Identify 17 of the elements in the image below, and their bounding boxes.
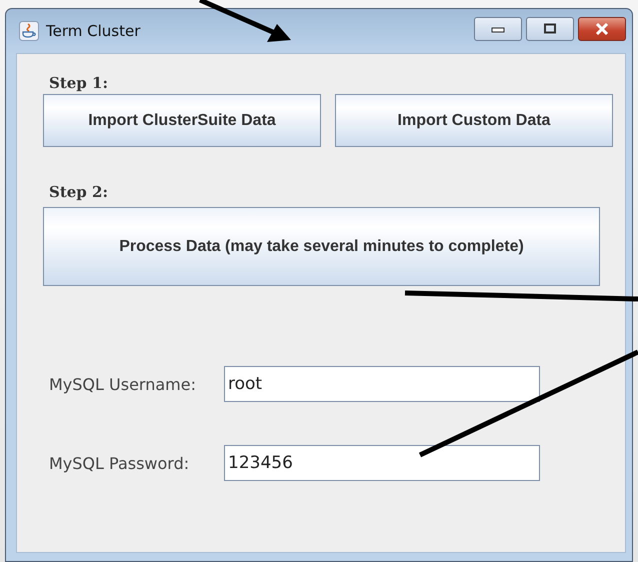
close-button[interactable]: [578, 17, 626, 41]
step-label: Step 2:: [49, 183, 108, 201]
field-label: MySQL Username:: [49, 374, 197, 394]
maximize-icon: [543, 23, 557, 35]
import-button[interactable]: Import Custom Data: [335, 94, 613, 147]
maximize-button[interactable]: [526, 17, 574, 41]
minimize-icon: [491, 25, 505, 33]
close-icon: [594, 23, 610, 35]
input-field[interactable]: root: [224, 366, 540, 402]
input-field[interactable]: 123456: [224, 445, 540, 481]
minimize-button[interactable]: [474, 17, 522, 41]
coffee-cup-icon: [19, 21, 39, 41]
process-button[interactable]: Process Data (may take several minutes to complete): [43, 207, 600, 286]
import-button[interactable]: Import ClusterSuite Data: [43, 94, 321, 147]
step-label: Step 1:: [49, 74, 108, 92]
field-label: MySQL Password:: [49, 454, 190, 472]
window-title: Term Cluster: [46, 22, 140, 40]
